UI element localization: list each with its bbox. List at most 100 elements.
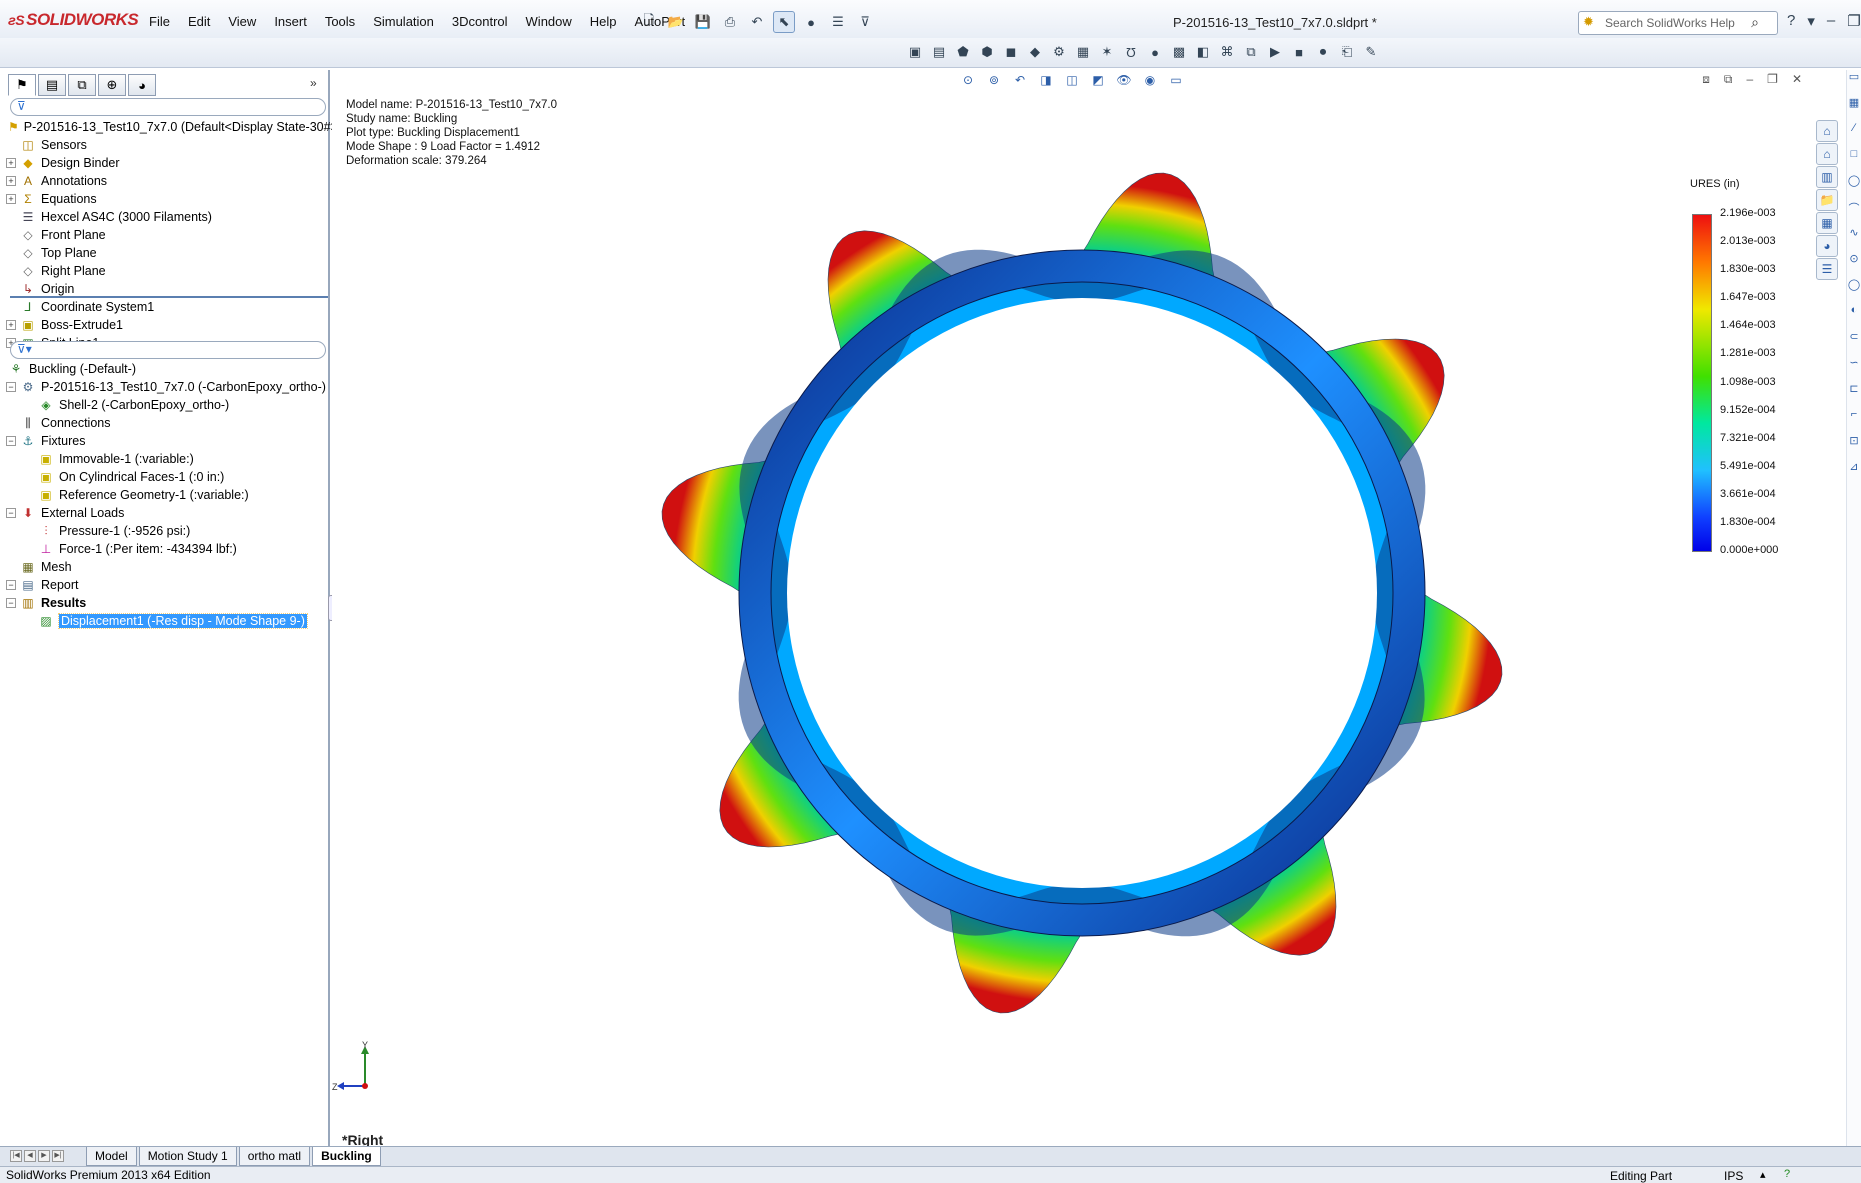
save-animation-icon[interactable]: ⎗: [1337, 42, 1357, 62]
tree-item[interactable]: ▣ On Cylindrical Faces-1 (:0 in:): [24, 468, 330, 486]
tree-item[interactable]: − ▥ Results: [6, 594, 330, 612]
deformed-ring-model[interactable]: [332, 70, 1828, 1150]
feature-manager-tab[interactable]: ⚑: [8, 74, 36, 96]
menu-file[interactable]: File: [140, 14, 179, 29]
tree-item[interactable]: ▦ Mesh: [6, 558, 330, 576]
expand-toggle-icon[interactable]: −: [6, 508, 16, 518]
property-manager-tab[interactable]: ▤: [38, 74, 66, 96]
tree-item[interactable]: ◈ Shell-2 (-CarbonEpoxy_ortho-): [24, 396, 330, 414]
minimize-icon[interactable]: –: [1827, 12, 1835, 30]
resources-icon[interactable]: ⌂: [1816, 120, 1838, 142]
edge-tool-icon[interactable]: ∕: [1847, 122, 1861, 148]
expand-toggle-icon[interactable]: +: [6, 176, 16, 186]
display-manager-tab[interactable]: ◕: [128, 74, 156, 96]
tree-item[interactable]: ◇ Front Plane: [6, 226, 330, 244]
select-pointer-icon[interactable]: ⬉: [773, 11, 795, 33]
section-icon[interactable]: ⌘: [1217, 42, 1237, 62]
loads-icon[interactable]: ⬟: [953, 42, 973, 62]
restore-icon[interactable]: ❐: [1847, 12, 1860, 30]
tree-item[interactable]: ◫ Sensors: [6, 136, 330, 154]
edge-tool-icon[interactable]: ⌐: [1847, 408, 1861, 434]
first-tab-icon[interactable]: |◀: [10, 1150, 22, 1162]
edge-tool-icon[interactable]: ⊂: [1847, 330, 1861, 356]
play-icon[interactable]: ▶: [1265, 42, 1285, 62]
edge-tool-icon[interactable]: ⊙: [1847, 252, 1861, 278]
expand-toggle-icon[interactable]: +: [6, 320, 16, 330]
help-icon[interactable]: ?: [1787, 12, 1795, 30]
open-folder-icon[interactable]: 📂: [665, 11, 687, 33]
menu-view[interactable]: View: [219, 14, 265, 29]
run-study-icon[interactable]: ◆: [1025, 42, 1045, 62]
tree-item[interactable]: + ▣ Boss-Extrude1: [6, 316, 330, 334]
edge-tool-icon[interactable]: ⊏: [1847, 382, 1861, 408]
file-properties-icon[interactable]: ☰: [827, 11, 849, 33]
traffic-light-icon[interactable]: ●: [800, 11, 822, 33]
print-icon[interactable]: ⎙: [719, 11, 741, 33]
tree-divider[interactable]: [10, 296, 328, 298]
save-icon[interactable]: 💾: [692, 11, 714, 33]
stop-icon[interactable]: ■: [1289, 42, 1309, 62]
menu-help[interactable]: Help: [581, 14, 626, 29]
results-toolbar-icon[interactable]: ⚙: [1049, 42, 1069, 62]
appearances-icon[interactable]: ◕: [1816, 235, 1838, 257]
unit-system[interactable]: IPS: [1724, 1169, 1743, 1183]
home-icon[interactable]: ⌂: [1816, 143, 1838, 165]
probe-icon[interactable]: ✶: [1097, 42, 1117, 62]
edge-tool-icon[interactable]: ∿: [1847, 226, 1861, 252]
feature-tree-root[interactable]: ⚑ P-201516-13_Test10_7x7.0 (Default<Disp…: [8, 118, 342, 136]
tree-item[interactable]: ▨ Displacement1 (-Res disp - Mode Shape 9…: [24, 612, 330, 630]
edge-tool-icon[interactable]: ◯: [1847, 174, 1861, 200]
expand-toggle-icon[interactable]: +: [6, 158, 16, 168]
edge-tool-icon[interactable]: □: [1847, 148, 1861, 174]
edge-tool-icon[interactable]: ⌒: [1847, 200, 1861, 226]
edge-tool-icon[interactable]: ⊿: [1847, 460, 1861, 486]
expand-toggle-icon[interactable]: −: [6, 436, 16, 446]
tree-item[interactable]: + ◆ Design Binder: [6, 154, 330, 172]
compare-icon[interactable]: Ʊ: [1121, 42, 1141, 62]
dimxpert-tab[interactable]: ⊕: [98, 74, 126, 96]
file-explorer-icon[interactable]: 📁: [1816, 189, 1838, 211]
view-palette-icon[interactable]: ▦: [1816, 212, 1838, 234]
expand-panel-icon[interactable]: »: [310, 76, 317, 90]
help-search-input[interactable]: ✹ Search SolidWorks Help ⌕: [1578, 11, 1778, 35]
tree-item[interactable]: ◇ Top Plane: [6, 244, 330, 262]
expand-toggle-icon[interactable]: +: [6, 194, 16, 204]
study-tree-root[interactable]: ⚘ Buckling (-Default-): [8, 360, 330, 378]
menu-insert[interactable]: Insert: [265, 14, 316, 29]
edge-tool-icon[interactable]: ⊡: [1847, 434, 1861, 460]
study-tree-filter[interactable]: ⊽▾: [10, 341, 326, 359]
tree-item[interactable]: ⫼ Connections: [6, 414, 330, 432]
tab-model[interactable]: Model: [86, 1147, 137, 1166]
tree-item[interactable]: ☰ Hexcel AS4C (3000 Filaments): [6, 208, 330, 226]
undo-icon[interactable]: ↶: [746, 11, 768, 33]
tree-item[interactable]: − ⬇ External Loads: [6, 504, 330, 522]
tab-ortho-matl[interactable]: ortho matl: [238, 1147, 311, 1166]
design-library-icon[interactable]: ▥: [1816, 166, 1838, 188]
color-map-icon[interactable]: ◧: [1193, 42, 1213, 62]
animation-settings-icon[interactable]: ✎: [1361, 42, 1381, 62]
custom-properties-icon[interactable]: ☰: [1816, 258, 1838, 280]
tab-motion-study-1[interactable]: Motion Study 1: [138, 1147, 237, 1166]
edge-tool-icon[interactable]: ◯: [1847, 278, 1861, 304]
solidworks-logo[interactable]: ƨS SOLIDWORKS: [8, 10, 139, 30]
prev-tab-icon[interactable]: ◀: [24, 1150, 36, 1162]
feature-tree-filter[interactable]: ⊽: [10, 98, 326, 116]
filter-icon[interactable]: ⊽: [854, 11, 876, 33]
tree-item[interactable]: − ⚓ Fixtures: [6, 432, 330, 450]
tree-item[interactable]: + Σ Equations: [6, 190, 330, 208]
tree-item[interactable]: − ▤ Report: [6, 576, 330, 594]
grid-icon[interactable]: ▦: [1073, 42, 1093, 62]
help-icon[interactable]: ?: [1784, 1168, 1790, 1180]
graphics-area[interactable]: Model name: P-201516-13_Test10_7x7.0 Stu…: [332, 70, 1828, 1150]
tree-item[interactable]: ⊥ Force-1 (:Per item: -434394 lbf:): [24, 540, 330, 558]
fixtures-toolbar-icon[interactable]: ▤: [929, 42, 949, 62]
expand-toggle-icon[interactable]: −: [6, 382, 16, 392]
sphere-icon[interactable]: ●: [1145, 42, 1165, 62]
new-document-icon[interactable]: 🗋: [638, 11, 660, 33]
tree-item[interactable]: + A Annotations: [6, 172, 330, 190]
last-tab-icon[interactable]: ▶|: [52, 1150, 64, 1162]
tree-item[interactable]: − ⚙ P-201516-13_Test10_7x7.0 (-CarbonEpoxy…: [6, 378, 330, 396]
menu-simulation[interactable]: Simulation: [364, 14, 443, 29]
configuration-manager-tab[interactable]: ⧉: [68, 74, 96, 96]
chevron-up-icon[interactable]: ▴: [1760, 1168, 1766, 1181]
